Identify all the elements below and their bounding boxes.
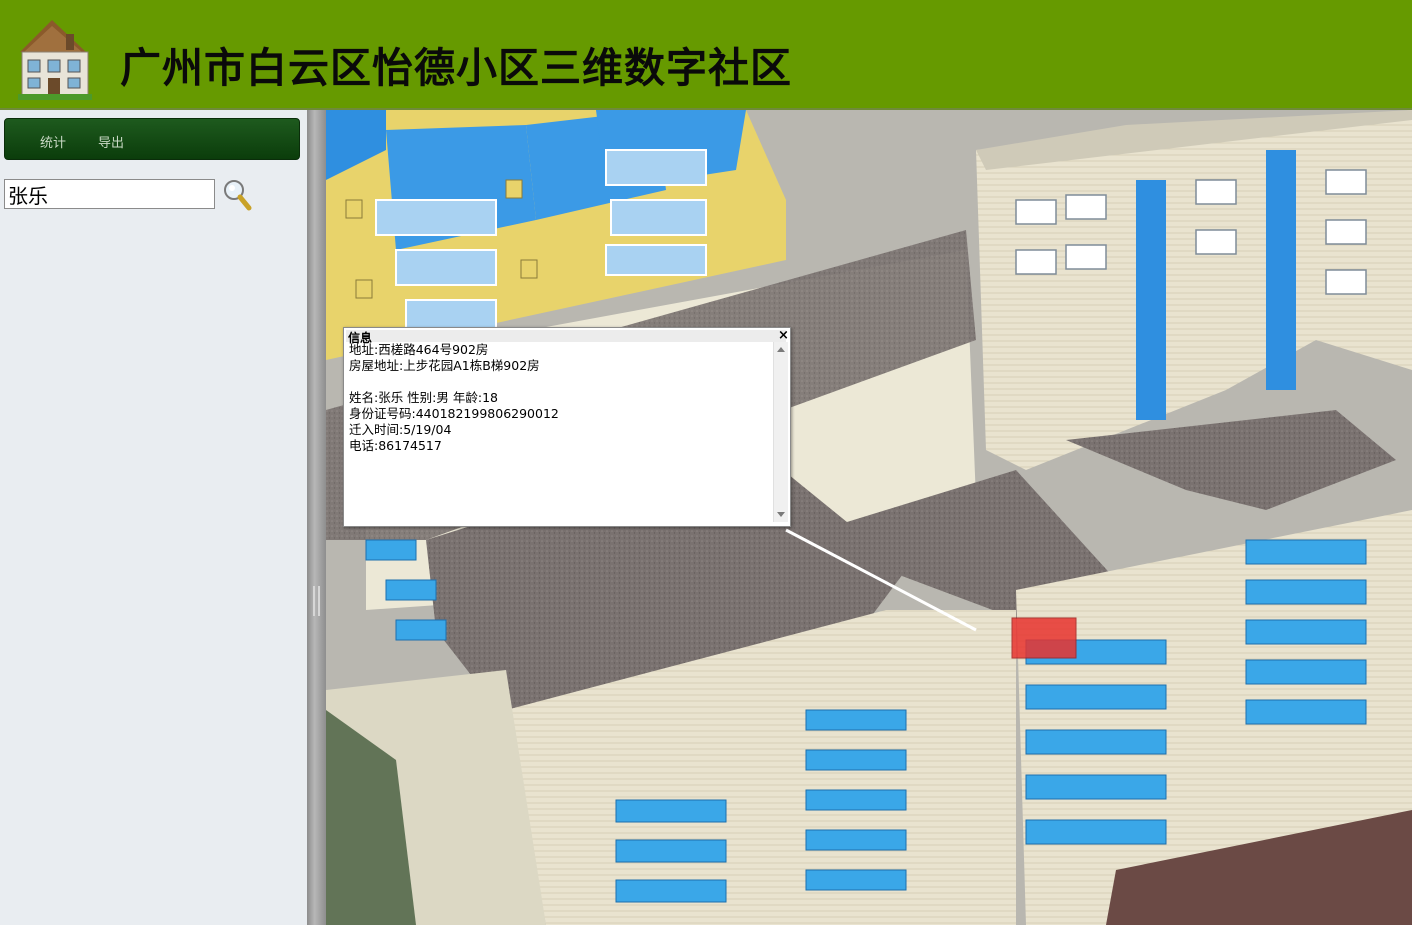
search-input[interactable] bbox=[4, 179, 215, 209]
phone-line: 电话:86174517 bbox=[349, 438, 442, 453]
panel-splitter[interactable] bbox=[307, 110, 326, 925]
toolbar: 统计 导出 bbox=[4, 118, 300, 160]
export-button[interactable]: 导出 bbox=[98, 132, 124, 151]
stats-button[interactable]: 统计 bbox=[40, 132, 66, 151]
popup-content: 地址:西槎路464号902房 房屋地址:上步花园A1栋B梯902房 姓名:张乐 … bbox=[349, 342, 771, 522]
page-title: 广州市白云区怡德小区三维数字社区 bbox=[120, 44, 792, 92]
person-line: 姓名:张乐 性别:男 年龄:18 bbox=[349, 390, 498, 405]
house-address-line: 房屋地址:上步花园A1栋B梯902房 bbox=[349, 358, 540, 373]
scroll-arrows-icon[interactable] bbox=[774, 342, 788, 522]
address-line: 地址:西槎路464号902房 bbox=[349, 342, 489, 357]
magnifier-icon[interactable] bbox=[222, 178, 252, 212]
popup-header: 信息 × bbox=[346, 328, 789, 345]
popup-scrollbar[interactable] bbox=[773, 342, 788, 522]
info-popup: 信息 × 地址:西槎路464号902房 房屋地址:上步花园A1栋B梯902房 姓… bbox=[343, 327, 791, 527]
move-in-line: 迁入时间:5/19/04 bbox=[349, 422, 452, 437]
close-icon[interactable]: × bbox=[778, 328, 789, 343]
app-header: 广州市白云区怡德小区三维数字社区 bbox=[0, 0, 1412, 110]
house-icon bbox=[18, 20, 92, 100]
sidebar: 统计 导出 bbox=[0, 110, 307, 925]
splitter-grip[interactable] bbox=[313, 586, 320, 616]
id-number-line: 身份证号码:440182199806290012 bbox=[349, 406, 559, 421]
